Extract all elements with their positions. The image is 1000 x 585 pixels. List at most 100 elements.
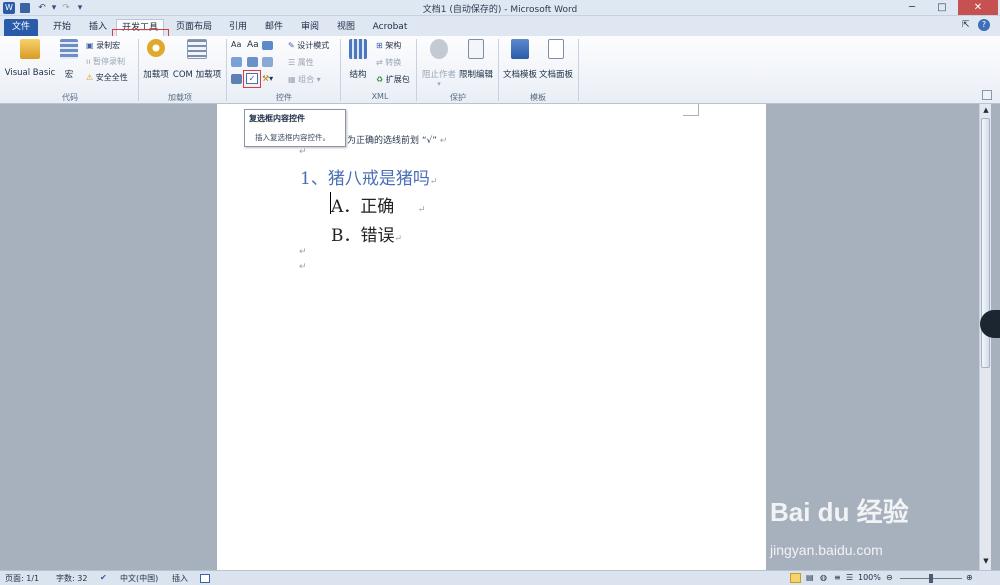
plain-text-control-button[interactable]: Aa — [247, 40, 259, 50]
ribbon: Visual Basic 宏 ▣ 录制宏 ıı 暂停录制 ⚠ 安全全性 代码 加… — [0, 36, 1000, 104]
record-macro-button[interactable]: ▣ 录制宏 — [86, 40, 120, 51]
addins-button[interactable]: 加载项 — [142, 39, 170, 80]
group-icon: ▦ — [288, 75, 296, 84]
com-addins-icon — [187, 39, 207, 59]
group-separator — [498, 39, 499, 101]
com-addins-button[interactable]: COM 加载项 — [172, 39, 222, 80]
document-template-button[interactable]: 文档模板 — [502, 39, 538, 80]
group-separator — [340, 39, 341, 101]
document-page[interactable]: 为正确的选线前划 “√” ↵ ↵ 1、猪八戒是猪吗↵ A．正确 ↵ B．错误↵ … — [217, 104, 766, 570]
close-button[interactable]: ✕ — [958, 0, 998, 15]
tooltip-title: 复选框内容控件 — [249, 114, 305, 123]
legacy-tools-button[interactable]: ⚒▾ — [262, 74, 273, 83]
restrict-editing-button[interactable]: 限制编辑 — [458, 39, 494, 80]
maximize-button[interactable]: □ — [927, 0, 957, 15]
print-layout-view-icon[interactable] — [790, 573, 801, 583]
macro-security-button[interactable]: ⚠ 安全全性 — [86, 72, 128, 83]
document-panel-icon — [548, 39, 564, 59]
macros-icon — [60, 39, 78, 59]
block-authors-button[interactable]: 阻止作者 ▾ — [420, 39, 458, 88]
group-separator — [138, 39, 139, 101]
group-button[interactable]: ▦ 组合 ▾ — [288, 74, 321, 85]
design-mode-button[interactable]: ✎ 设计模式 — [288, 40, 329, 51]
zoom-out-icon[interactable]: ⊖ — [886, 573, 893, 582]
tab-file[interactable]: 文件 — [4, 19, 38, 36]
window-title: 文档1 (自动保存的) - Microsoft Word — [422, 5, 578, 15]
tab-review[interactable]: 审阅 — [298, 19, 322, 36]
gear-icon — [147, 39, 165, 57]
floating-circle-icon[interactable] — [980, 310, 1000, 338]
block-authors-icon — [430, 39, 448, 59]
checkbox-tooltip: 复选框内容控件 插入复选框内容控件。 — [244, 109, 346, 147]
ruler-toggle-icon[interactable] — [982, 90, 992, 100]
tab-insert[interactable]: 插入 — [84, 19, 112, 36]
baidu-logo: Bai du 经验 — [770, 492, 909, 529]
paragraph-mark: ↵ — [299, 262, 307, 272]
tab-references[interactable]: 引用 — [226, 19, 250, 36]
page-corner-mark — [683, 104, 699, 116]
help-icon[interactable]: ? — [978, 19, 990, 31]
dropdown-control-icon[interactable] — [262, 57, 273, 67]
language-indicator[interactable]: 中文(中国) — [120, 573, 158, 584]
minimize-button[interactable]: ─ — [897, 0, 927, 15]
macros-button[interactable]: 宏 — [58, 39, 80, 80]
tab-page-layout[interactable]: 页面布局 — [172, 19, 216, 36]
option-a: A．正确 ↵ — [331, 197, 426, 217]
zoom-level[interactable]: 100% — [858, 573, 881, 582]
status-bar: 页面: 1/1 字数: 32 ✔ 中文(中国) 插入 ▤ ◍ ≡ ☰ 100% … — [0, 570, 1000, 585]
design-mode-icon: ✎ — [288, 41, 295, 50]
warning-icon: ⚠ — [86, 73, 94, 82]
paragraph-mark: ↵ — [299, 247, 307, 257]
page-count[interactable]: 页面: 1/1 — [5, 573, 39, 584]
scroll-down-arrow[interactable]: ▼ — [981, 556, 991, 566]
group-separator — [416, 39, 417, 101]
expansion-pack-button[interactable]: ♻ 扩展包 — [376, 74, 410, 85]
group-label-addins: 加载项 — [168, 93, 192, 102]
record-macro-icon: ▣ — [86, 41, 94, 50]
word-count[interactable]: 字数: 32 — [56, 573, 87, 584]
full-screen-view-icon[interactable]: ▤ — [806, 573, 814, 582]
tooltip-description: 插入复选框内容控件。 — [255, 133, 330, 142]
schema-button[interactable]: ⊞ 架构 — [376, 40, 401, 51]
structure-button[interactable]: 结构 — [344, 39, 372, 80]
question-title: 1、猪八戒是猪吗↵ — [300, 169, 438, 189]
building-block-control-icon[interactable] — [231, 57, 242, 67]
zoom-slider-thumb[interactable] — [929, 574, 933, 583]
tab-acrobat[interactable]: Acrobat — [368, 19, 412, 36]
group-separator — [578, 39, 579, 101]
tab-mailings[interactable]: 邮件 — [262, 19, 286, 36]
expansion-pack-icon: ♻ — [376, 75, 384, 84]
rich-text-control-button[interactable]: Aa — [231, 40, 241, 49]
pause-recording-button[interactable]: ıı 暂停录制 — [86, 56, 125, 67]
date-picker-control-icon[interactable] — [231, 74, 242, 84]
tab-home[interactable]: 开始 — [48, 19, 76, 36]
group-separator — [226, 39, 227, 101]
scroll-up-arrow[interactable]: ▲ — [981, 105, 991, 115]
insert-mode-indicator[interactable]: 插入 — [172, 573, 188, 584]
structure-icon — [349, 39, 367, 59]
transform-button[interactable]: ⇄ 转换 — [376, 57, 401, 68]
web-layout-view-icon[interactable]: ◍ — [820, 573, 827, 582]
document-panel-button[interactable]: 文档面板 — [538, 39, 574, 80]
baidu-url-text: jingyan.baidu.com — [770, 542, 883, 558]
properties-button[interactable]: ☰ 属性 — [288, 57, 314, 68]
paragraph-mark: ↵ — [299, 147, 307, 157]
draft-view-icon[interactable]: ☰ — [846, 573, 853, 582]
collapse-ribbon-icon[interactable]: ⇱ — [962, 20, 970, 30]
schema-icon: ⊞ — [376, 41, 383, 50]
group-label-xml: XML — [371, 92, 389, 101]
picture-control-icon[interactable] — [262, 41, 273, 50]
document-template-icon — [511, 39, 529, 59]
zoom-in-icon[interactable]: ⊕ — [966, 573, 973, 582]
outline-view-icon[interactable]: ≡ — [834, 573, 841, 582]
macro-record-icon[interactable] — [200, 574, 210, 583]
tab-view[interactable]: 视图 — [334, 19, 358, 36]
option-b: B．错误↵ — [331, 226, 403, 246]
combo-box-control-icon[interactable] — [247, 57, 258, 67]
proofing-icon[interactable]: ✔ — [100, 573, 107, 582]
group-label-protect: 保护 — [450, 93, 466, 102]
checkbox-control-highlight — [243, 70, 261, 88]
group-label-templates: 模板 — [530, 93, 546, 102]
visual-basic-button[interactable]: Visual Basic — [4, 39, 56, 78]
group-label-code: 代码 — [62, 93, 78, 102]
